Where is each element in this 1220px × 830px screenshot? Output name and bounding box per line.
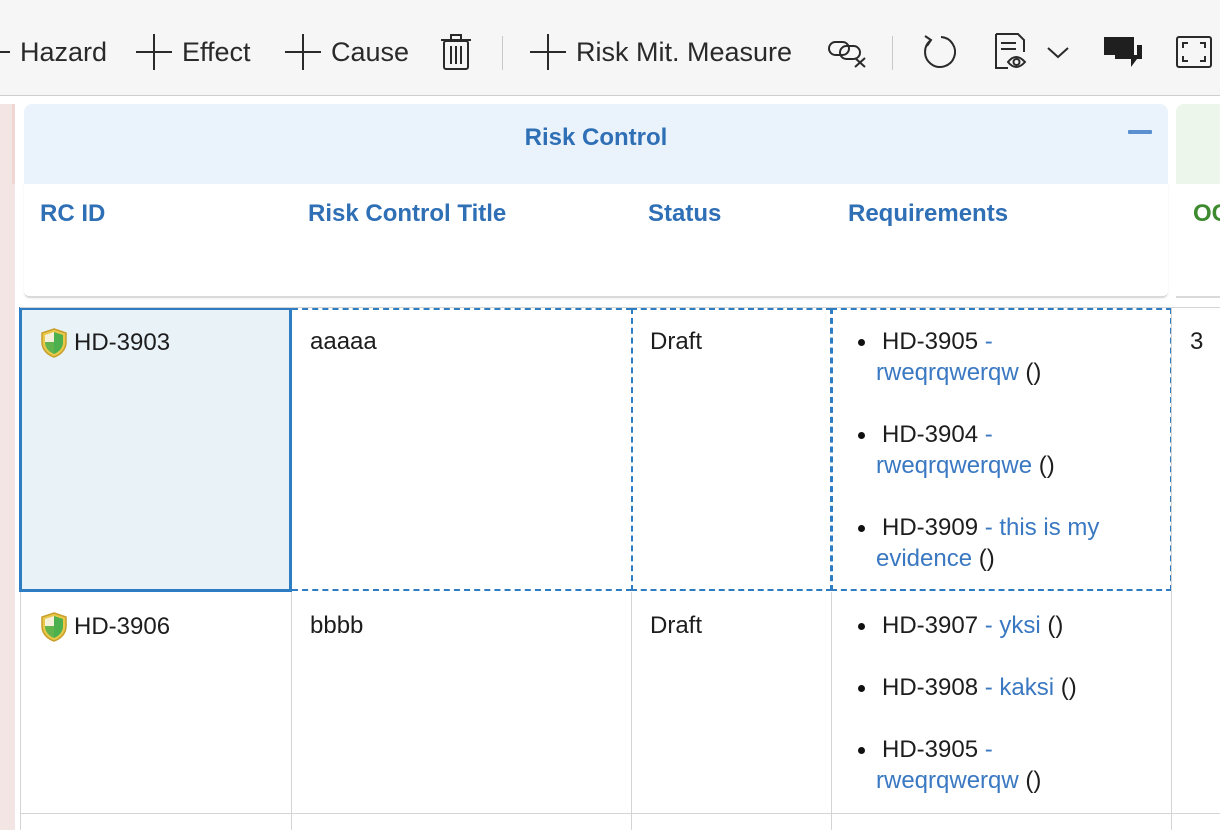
report-view-icon: [995, 33, 1027, 69]
requirements-cell[interactable]: HD-3905 - rweqrqwerqw () HD-3904 - rweqrqw…: [832, 326, 1162, 605]
add-risk-mit-measure-label: Risk Mit. Measure: [576, 36, 793, 67]
requirement-id: HD-3907: [882, 612, 979, 639]
requirement-item: HD-3905 - rweqrqwerqw (): [832, 734, 1162, 796]
column-header-requirements[interactable]: Requirements: [848, 200, 1008, 228]
requirement-suffix: (): [1040, 612, 1064, 639]
status-value[interactable]: Draft: [650, 328, 702, 356]
requirement-link[interactable]: -: [978, 328, 993, 355]
requirement-item: HD-3908 - kaksi (): [832, 672, 1162, 703]
report-dropdown-button[interactable]: [990, 30, 1072, 74]
row-divider: [20, 307, 1220, 308]
risk-control-group-header: Risk Control: [24, 104, 1168, 184]
status-value[interactable]: Draft: [650, 612, 702, 640]
risk-control-title[interactable]: bbbb: [310, 612, 363, 640]
requirement-item: HD-3904 - rweqrqwerqwe (): [832, 419, 1162, 481]
delete-button[interactable]: [440, 30, 472, 74]
table-row: HD-3906 bbbb Draft HD-3907 - yksi () HD-…: [0, 592, 1220, 814]
requirement-link[interactable]: evidence: [876, 545, 972, 572]
requirement-item: HD-3905 - rweqrqwerqw (): [832, 326, 1162, 388]
requirement-link[interactable]: rweqrqwerqwe: [876, 452, 1032, 479]
chevron-down-icon: [1047, 47, 1069, 59]
requirement-item: HD-3907 - yksi (): [832, 610, 1162, 641]
requirement-id: HD-3905: [882, 736, 979, 763]
risk-control-title[interactable]: aaaaa: [310, 328, 377, 356]
table-row: HD-3903 aaaaa Draft HD-3905 - rweqrqwerqw…: [0, 307, 1220, 592]
add-effect-button[interactable]: Effect: [136, 30, 251, 74]
add-risk-mit-measure-button[interactable]: Risk Mit. Measure: [530, 30, 792, 74]
next-group-header: [1176, 104, 1220, 184]
requirement-id: HD-3905: [882, 328, 979, 355]
requirement-link[interactable]: - yksi: [978, 612, 1041, 639]
requirement-link[interactable]: rweqrqwerqw: [876, 359, 1019, 386]
column-header-status[interactable]: Status: [648, 200, 721, 228]
requirement-suffix: (): [1032, 452, 1055, 479]
rc-id[interactable]: HD-3903: [40, 328, 170, 358]
requirement-suffix: (): [1018, 767, 1042, 794]
requirements-list: HD-3907 - yksi () HD-3908 - kaksi () HD-…: [832, 610, 1162, 796]
comments-icon: [1104, 37, 1142, 67]
comments-button[interactable]: [1102, 30, 1144, 74]
column-header-oc[interactable]: OC: [1193, 200, 1220, 228]
previous-group-edge: [12, 104, 15, 184]
requirements-list: HD-3905 - rweqrqwerqw () HD-3904 - rweqrqw…: [832, 326, 1162, 574]
add-cause-label: Cause: [331, 36, 410, 67]
toolbar-separator: [892, 36, 893, 70]
plus-icon: [530, 34, 566, 70]
requirement-link[interactable]: -: [978, 421, 993, 448]
plus-icon: [285, 34, 321, 70]
add-hazard-button[interactable]: Hazard: [0, 30, 107, 74]
add-effect-label: Effect: [182, 36, 251, 67]
row-divider: [20, 813, 1220, 814]
requirement-link[interactable]: rweqrqwerqw: [876, 767, 1019, 794]
add-cause-button[interactable]: Cause: [285, 30, 409, 74]
rc-id[interactable]: HD-3906: [40, 612, 170, 642]
requirements-cell[interactable]: HD-3907 - yksi () HD-3908 - kaksi () HD-…: [832, 610, 1162, 827]
unlink-button[interactable]: [826, 30, 870, 74]
toolbar-separator: [502, 36, 503, 70]
collapse-group-button[interactable]: [1128, 130, 1152, 134]
refresh-button[interactable]: [918, 30, 960, 74]
fullscreen-button[interactable]: [1174, 30, 1214, 74]
unlink-icon: [828, 41, 866, 68]
column-header-row: RC ID Risk Control Title Status Requirem…: [24, 184, 1168, 298]
requirement-link[interactable]: - this is my: [978, 514, 1100, 541]
requirement-suffix: (): [1054, 674, 1077, 701]
trash-icon: [441, 34, 471, 70]
requirement-id: HD-3904: [882, 421, 979, 448]
requirement-item: HD-3909 - this is my evidence (): [832, 512, 1162, 574]
toolbar: Hazard Effect Cause Risk Mit. Measure: [0, 0, 1220, 96]
requirement-id: HD-3909: [882, 514, 979, 541]
plus-icon: [0, 51, 10, 53]
requirement-link[interactable]: -: [978, 736, 993, 763]
fullscreen-icon: [1176, 36, 1212, 68]
requirement-suffix: (): [1018, 359, 1042, 386]
requirement-id: HD-3908: [882, 674, 979, 701]
risk-control-shield-icon: [41, 612, 67, 642]
group-title: Risk Control: [524, 124, 668, 151]
requirement-link[interactable]: - kaksi: [978, 674, 1054, 701]
rc-id-text: HD-3906: [74, 613, 171, 640]
oc-value[interactable]: 3: [1190, 328, 1203, 356]
next-group-column-row: OC: [1176, 184, 1220, 298]
requirement-suffix: (): [972, 545, 995, 572]
refresh-icon: [924, 35, 957, 68]
column-header-rc-id[interactable]: RC ID: [40, 200, 105, 228]
add-hazard-label: Hazard: [20, 36, 108, 67]
risk-control-shield-icon: [41, 328, 67, 358]
plus-icon: [136, 34, 172, 70]
rc-id-text: HD-3903: [74, 329, 171, 356]
column-header-risk-control-title[interactable]: Risk Control Title: [308, 200, 506, 228]
